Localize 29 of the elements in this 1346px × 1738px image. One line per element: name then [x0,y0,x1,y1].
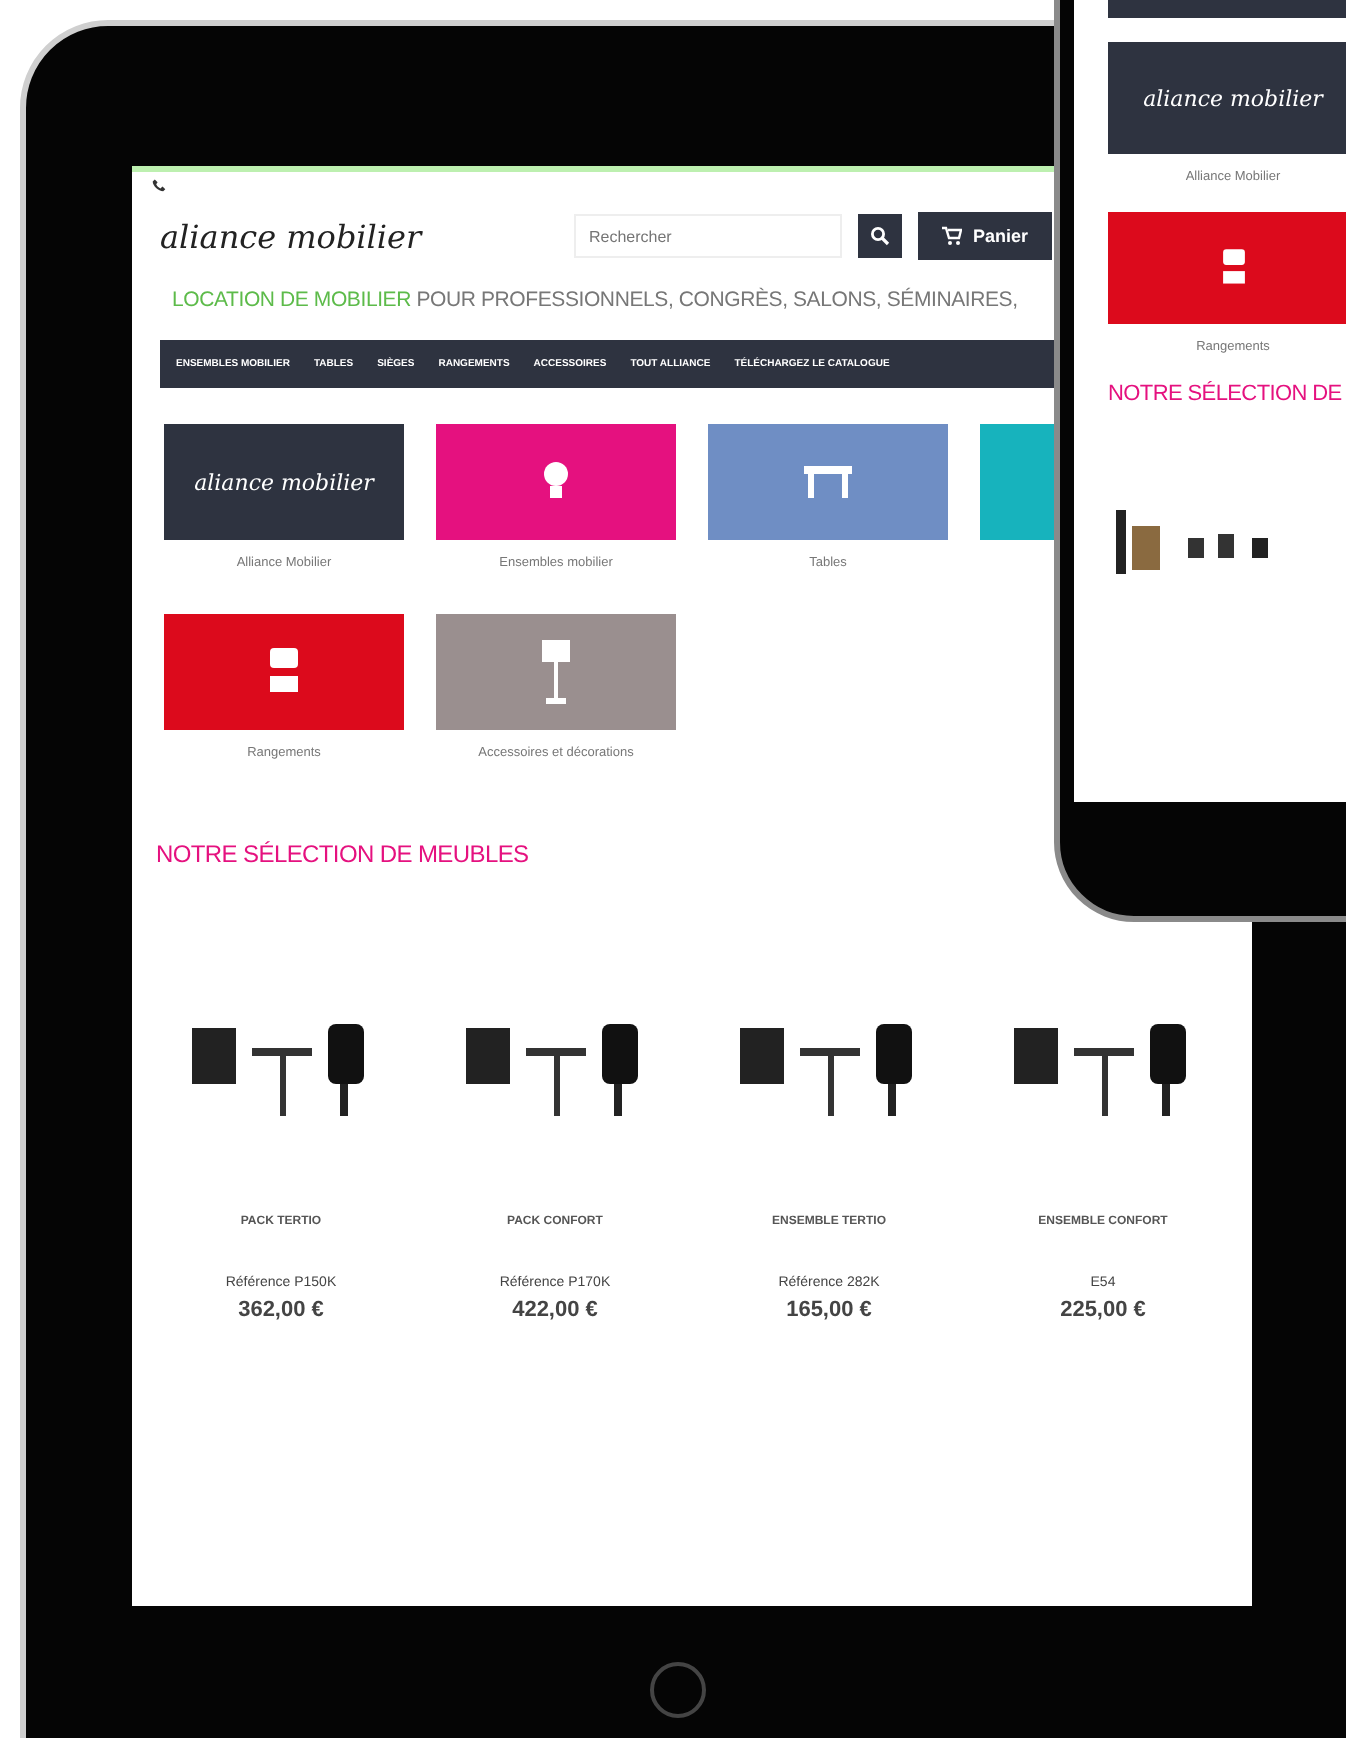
section-title: NOTRE SÉLECTION DE [1108,382,1344,406]
section-title: NOTRE SÉLECTION DE MEUBLES [156,840,531,868]
lamp-icon [540,640,572,704]
logo-text: aliance mobilier [1143,85,1323,111]
product-price: 165,00 € [786,1298,872,1322]
lightbulb-icon [542,460,570,504]
product-price: 362,00 € [238,1298,324,1322]
category-tile[interactable]: aliance mobilier [164,424,404,540]
category-tile[interactable]: aliance mobilier [1108,42,1346,154]
logo-text[interactable]: aliance mobilier [160,217,422,255]
cart-icon [942,226,963,246]
search-icon [870,226,891,246]
phone-icon [152,177,166,191]
category-tile[interactable] [436,614,676,730]
category-tile[interactable] [708,424,948,540]
cart-button[interactable]: Panier [918,212,1052,260]
category-tile[interactable] [1108,212,1346,324]
search-button[interactable] [858,214,903,258]
logo-text: aliance mobilier [194,469,374,495]
cabinet-icon [266,648,302,696]
category-tile[interactable] [980,424,1056,540]
category-tile[interactable] [164,614,404,730]
product-price: 422,00 € [512,1298,598,1322]
category-tile[interactable] [436,424,676,540]
cabinet-icon [1219,248,1247,288]
tagline: LOCATION DE MOBILIER POUR PROFESSIONNELS, CONGRÈS, SALONS, SÉMINAIRES, [172,288,1020,312]
product-price: 225,00 € [1060,1298,1146,1322]
search-field[interactable]: Rechercher [574,214,843,258]
table-icon [804,466,852,498]
